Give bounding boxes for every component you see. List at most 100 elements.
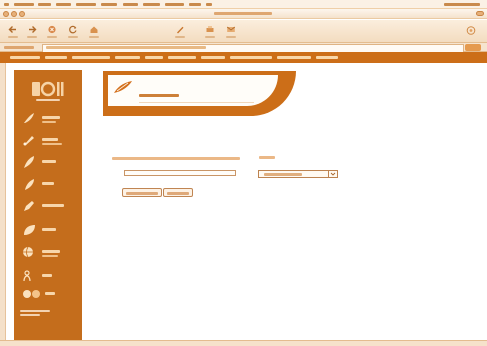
pen-icon [23, 136, 34, 146]
print-icon [206, 26, 214, 32]
address-url [46, 46, 206, 49]
sidebar-item-label [42, 250, 60, 253]
search-input[interactable] [124, 170, 236, 176]
site-nav-bar [0, 52, 487, 63]
submit-button[interactable] [122, 188, 162, 197]
back-label [8, 36, 18, 38]
people-icon [23, 270, 31, 282]
logo-text [36, 99, 60, 101]
toolbar-toggle-button[interactable] [476, 11, 484, 16]
menu-item[interactable] [143, 3, 160, 6]
apple-icon[interactable] [4, 3, 9, 6]
sidebar-item-sublabel [42, 255, 58, 257]
sidebar [14, 70, 82, 342]
window-title-bar [0, 9, 487, 19]
sidebar-item-label [42, 138, 58, 141]
quill-icon [24, 156, 34, 168]
menu-item[interactable] [76, 3, 96, 6]
nav-link[interactable] [72, 56, 110, 59]
pencil-icon [24, 201, 34, 211]
site-logo[interactable] [30, 80, 66, 102]
browser-logo-icon [466, 26, 476, 35]
nav-link[interactable] [145, 56, 163, 59]
stop-button[interactable] [47, 25, 57, 34]
autofill-label [175, 36, 185, 38]
quill-icon [113, 80, 133, 94]
refresh-button[interactable] [68, 25, 78, 34]
menu-item[interactable] [38, 3, 51, 6]
menu-item[interactable] [189, 3, 201, 6]
autofill-button[interactable] [175, 25, 185, 34]
submit-button-label [126, 192, 158, 195]
mail-button[interactable] [226, 25, 236, 34]
menu-item[interactable] [14, 3, 34, 6]
menu-item[interactable] [206, 3, 212, 6]
page-title [139, 94, 179, 97]
window-title [214, 12, 272, 15]
address-bar-row [0, 43, 487, 53]
print-button[interactable] [205, 25, 215, 34]
back-button[interactable] [8, 25, 18, 34]
select-value [264, 173, 302, 176]
sidebar-item[interactable] [20, 244, 78, 262]
nav-link[interactable] [277, 56, 311, 59]
nav-link[interactable] [10, 56, 40, 59]
sidebar-item[interactable] [20, 176, 78, 194]
sidebar-item-sublabel [42, 121, 56, 123]
close-button[interactable] [3, 11, 9, 17]
sidebar-item[interactable] [20, 198, 78, 216]
sidebar-item[interactable] [20, 222, 78, 240]
forward-button[interactable] [27, 25, 37, 34]
status-bar [0, 340, 487, 346]
zoom-button[interactable] [19, 11, 25, 17]
menu-item[interactable] [56, 3, 71, 6]
select-label [259, 156, 275, 159]
nav-link[interactable] [230, 56, 272, 59]
address-label [4, 46, 34, 49]
nav-link[interactable] [115, 56, 140, 59]
menu-bar [0, 0, 487, 9]
menu-item[interactable] [123, 3, 138, 6]
sidebar-footer-line [20, 314, 40, 316]
sidebar-item-sublabel [42, 143, 62, 145]
sidebar-item[interactable] [20, 286, 78, 304]
sidebar-item[interactable] [20, 110, 78, 128]
nav-link[interactable] [201, 56, 225, 59]
browser-logo [466, 26, 476, 35]
sidebar-item-label [45, 292, 55, 295]
category-select[interactable] [258, 170, 338, 178]
sidebar-item[interactable] [20, 132, 78, 150]
quill-icon [25, 179, 34, 190]
left-scroll-strip[interactable] [0, 63, 6, 346]
globe-icon [23, 246, 33, 258]
home-button[interactable] [89, 25, 99, 34]
reset-button-label [167, 192, 189, 195]
sidebar-item[interactable] [20, 268, 78, 286]
autofill-icon [177, 26, 184, 34]
nav-link[interactable] [168, 56, 196, 59]
sidebar-item-label [42, 116, 60, 119]
refresh-icon [69, 25, 77, 34]
back-arrow-icon [8, 26, 16, 33]
nav-link[interactable] [45, 56, 67, 59]
sidebar-item-label [42, 204, 64, 207]
clock [444, 3, 480, 6]
group-icon [23, 290, 40, 298]
forward-label [27, 36, 37, 38]
reset-button[interactable] [163, 188, 193, 197]
minimize-button[interactable] [11, 11, 17, 17]
menu-item[interactable] [165, 3, 184, 6]
sidebar-item-label [42, 182, 54, 185]
nav-link[interactable] [316, 56, 338, 59]
title-rule [139, 102, 254, 103]
mail-icon [226, 26, 236, 32]
refresh-label [68, 36, 78, 38]
sidebar-item-label [42, 228, 56, 231]
go-button[interactable] [465, 44, 481, 51]
sidebar-footer [20, 310, 50, 312]
stop-icon [48, 25, 56, 34]
menu-item[interactable] [101, 3, 117, 6]
sidebar-item[interactable] [20, 154, 78, 172]
chevron-down-icon [328, 171, 337, 177]
sidebar-item-label [42, 274, 52, 277]
